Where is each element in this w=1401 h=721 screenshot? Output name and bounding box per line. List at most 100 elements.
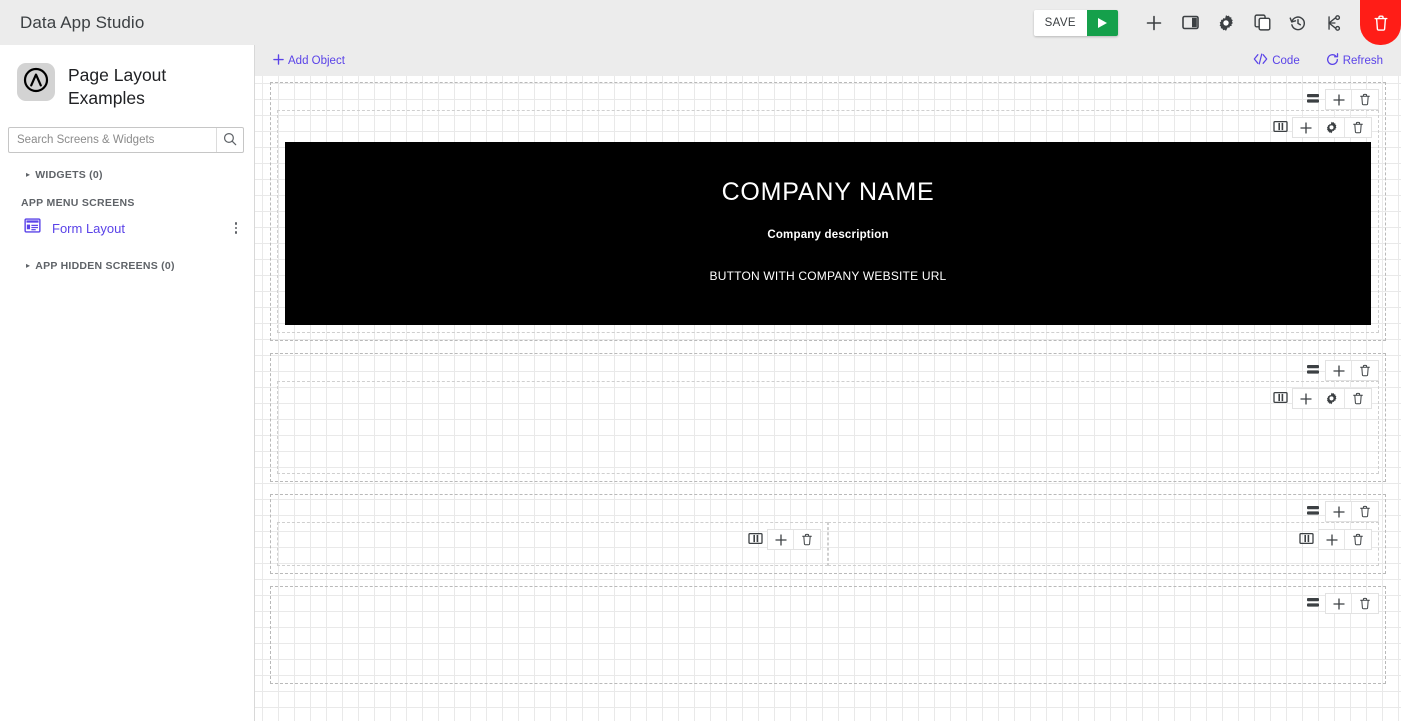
plus-icon	[273, 53, 284, 68]
plus-icon	[1332, 597, 1345, 610]
empty-column-body[interactable]	[835, 550, 1372, 559]
trash-icon	[801, 533, 813, 546]
rows-icon[interactable]	[1301, 360, 1325, 379]
hero-banner[interactable]: COMPANY NAME Company description BUTTON …	[285, 142, 1371, 325]
body: Page Layout Examples ▸ WIDGETS (0)	[0, 45, 1401, 721]
delete-container-button[interactable]	[1345, 118, 1371, 137]
container-toolbar	[284, 117, 1372, 138]
plus-icon	[774, 533, 787, 546]
delete-row-button[interactable]	[1352, 594, 1378, 613]
rows-icon[interactable]	[1301, 593, 1325, 612]
columns-icon[interactable]	[743, 529, 767, 548]
canvas-section[interactable]	[270, 353, 1386, 482]
history-button[interactable]	[1282, 0, 1314, 45]
container-settings-button[interactable]	[1319, 389, 1345, 408]
canvas-column-cell[interactable]	[828, 522, 1379, 566]
empty-section-body[interactable]	[277, 614, 1379, 676]
empty-column-body[interactable]	[284, 550, 821, 559]
add-object-button[interactable]: Add Object	[273, 53, 345, 68]
refresh-icon	[1326, 52, 1339, 69]
delete-button[interactable]	[1360, 0, 1401, 45]
delete-container-button[interactable]	[1345, 389, 1371, 408]
add-row-button[interactable]	[1326, 90, 1352, 109]
plus-icon	[1325, 533, 1338, 546]
delete-row-button[interactable]	[1352, 361, 1378, 380]
column-toolbar	[284, 529, 821, 550]
run-button[interactable]	[1087, 9, 1118, 36]
duplicate-button[interactable]	[1246, 0, 1278, 45]
delete-column-button[interactable]	[794, 530, 820, 549]
delete-column-button[interactable]	[1345, 530, 1371, 549]
design-canvas[interactable]: COMPANY NAME Company description BUTTON …	[255, 76, 1401, 721]
row-toolbar	[277, 89, 1379, 110]
canvas-toolbar-right: Code Refresh	[1253, 52, 1383, 69]
rows-icon[interactable]	[1301, 501, 1325, 520]
plus-icon	[1332, 93, 1345, 106]
add-widget-button[interactable]	[1319, 530, 1345, 549]
sidebar: Page Layout Examples ▸ WIDGETS (0)	[0, 45, 255, 721]
add-widget-button[interactable]	[1293, 118, 1319, 137]
search-button[interactable]	[216, 128, 243, 153]
kebab-icon[interactable]	[226, 216, 246, 240]
canvas-column: Add Object Code Refresh COMPANY NAME Com…	[255, 45, 1401, 721]
columns-icon[interactable]	[1294, 529, 1318, 548]
delete-row-button[interactable]	[1352, 90, 1378, 109]
code-icon	[1253, 53, 1268, 68]
container-settings-button[interactable]	[1319, 118, 1345, 137]
delete-row-button[interactable]	[1352, 502, 1378, 521]
sidebar-group-widgets[interactable]: ▸ WIDGETS (0)	[0, 162, 254, 187]
panel-icon	[1181, 15, 1199, 30]
settings-button[interactable]	[1210, 0, 1242, 45]
container-tool-group	[1292, 388, 1372, 409]
hero-cta-button[interactable]: BUTTON WITH COMPANY WEBSITE URL	[710, 269, 947, 283]
refresh-button[interactable]: Refresh	[1326, 52, 1383, 69]
add-widget-button[interactable]	[768, 530, 794, 549]
sidebar-item-label: Form Layout	[52, 220, 125, 236]
canvas-container[interactable]: COMPANY NAME Company description BUTTON …	[277, 110, 1379, 333]
canvas-section[interactable]	[270, 586, 1386, 684]
top-bar: Data App Studio SAVE	[0, 0, 1401, 45]
search-icon	[223, 132, 237, 149]
add-widget-button[interactable]	[1293, 389, 1319, 408]
column-row	[277, 522, 1379, 566]
trash-icon	[1359, 597, 1371, 610]
trash-icon	[1373, 14, 1389, 32]
hero-title: COMPANY NAME	[721, 178, 935, 206]
columns-icon[interactable]	[1268, 117, 1292, 136]
canvas-column-cell[interactable]	[277, 522, 828, 566]
top-bar-actions: SAVE	[1033, 0, 1401, 45]
canvas-container[interactable]	[277, 381, 1379, 474]
sidebar-group-widgets-label: WIDGETS (0)	[35, 168, 103, 181]
circle-caret-logo-icon	[23, 67, 49, 98]
gear-icon	[1217, 14, 1235, 32]
canvas-section[interactable]	[270, 494, 1386, 574]
plus-icon	[1299, 121, 1312, 134]
trash-icon	[1352, 121, 1364, 134]
add-row-button[interactable]	[1326, 594, 1352, 613]
branch-button[interactable]	[1318, 0, 1350, 45]
add-row-button[interactable]	[1326, 502, 1352, 521]
canvas-section[interactable]: COMPANY NAME Company description BUTTON …	[270, 82, 1386, 341]
sidebar-group-hidden-screens[interactable]: ▸ APP HIDDEN SCREENS (0)	[0, 253, 254, 278]
sidebar-item-form-layout[interactable]: Form Layout	[0, 213, 254, 243]
rows-icon[interactable]	[1301, 89, 1325, 108]
trash-icon	[1359, 505, 1371, 518]
gear-icon	[1325, 121, 1338, 134]
panel-toggle-button[interactable]	[1174, 0, 1206, 45]
refresh-label: Refresh	[1342, 54, 1383, 67]
trash-icon	[1359, 364, 1371, 377]
code-button[interactable]: Code	[1253, 53, 1300, 68]
search-input[interactable]	[9, 128, 216, 153]
sidebar-group-hidden-screens-label: APP HIDDEN SCREENS (0)	[35, 259, 175, 272]
add-row-button[interactable]	[1326, 361, 1352, 380]
page-title: Page Layout Examples	[68, 65, 167, 109]
empty-container-body[interactable]	[284, 411, 1372, 467]
row-toolbar	[277, 593, 1379, 614]
save-run-group: SAVE	[1033, 9, 1118, 36]
add-object-label: Add Object	[288, 54, 345, 67]
branch-icon	[1325, 14, 1343, 32]
save-button[interactable]: SAVE	[1033, 9, 1087, 36]
columns-icon[interactable]	[1268, 388, 1292, 407]
trash-icon	[1359, 93, 1371, 106]
add-button[interactable]	[1138, 0, 1170, 45]
